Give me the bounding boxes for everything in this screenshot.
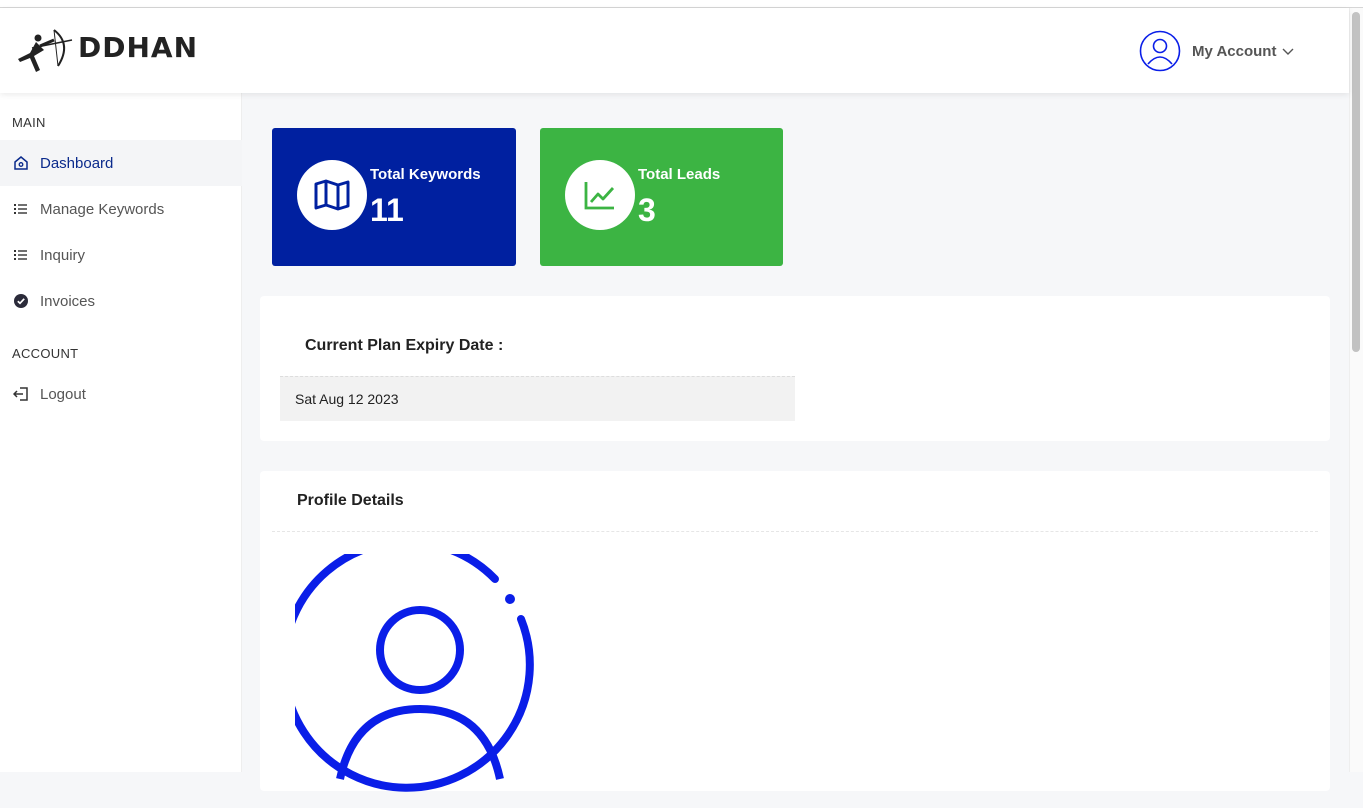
sidebar-item-label: Manage Keywords — [40, 200, 165, 218]
profile-details-title: Profile Details — [297, 492, 404, 509]
window-top-bar — [0, 0, 1363, 8]
scrollbar-thumb[interactable] — [1352, 12, 1360, 352]
stat-title: Total Keywords — [370, 166, 481, 183]
stat-icon-circle — [565, 160, 635, 230]
map-icon — [314, 179, 350, 211]
sidebar-item-label: Invoices — [40, 292, 96, 310]
sidebar: MAIN Dashboard Manage Keywords Inquiry I… — [0, 93, 242, 772]
plan-expiry-value: Sat Aug 12 2023 — [280, 376, 795, 421]
profile-card: Profile Details — [260, 471, 1330, 792]
stat-value: 3 — [638, 192, 656, 228]
sidebar-item-label: Dashboard — [40, 154, 114, 172]
archer-logo-icon — [18, 29, 73, 72]
logout-icon — [13, 386, 29, 402]
check-badge-icon — [13, 293, 29, 309]
main-content: Total Keywords 11 Total Leads 3 Current … — [242, 93, 1349, 792]
sidebar-item-inquiry[interactable]: Inquiry — [0, 232, 242, 278]
plan-card: Current Plan Expiry Date : Sat Aug 12 20… — [260, 296, 1330, 441]
sidebar-section-main: MAIN — [12, 115, 46, 130]
list-icon — [13, 247, 29, 263]
stat-value: 11 — [370, 192, 404, 228]
chevron-down-icon — [1282, 48, 1294, 55]
stat-card-total-keywords[interactable]: Total Keywords 11 — [272, 128, 516, 266]
stat-title: Total Leads — [638, 166, 721, 183]
list-icon — [13, 201, 29, 217]
sidebar-item-logout[interactable]: Logout — [0, 371, 242, 417]
stat-icon-circle — [297, 160, 367, 230]
sidebar-section-account: ACCOUNT — [12, 346, 79, 361]
sidebar-item-manage-keywords[interactable]: Manage Keywords — [0, 186, 242, 232]
top-header: DDHAN My Account — [0, 8, 1349, 93]
chart-line-icon — [584, 182, 615, 210]
home-icon — [13, 155, 29, 171]
sidebar-item-invoices[interactable]: Invoices — [0, 278, 242, 324]
sidebar-item-dashboard[interactable]: Dashboard — [0, 140, 242, 186]
my-account-menu[interactable]: My Account — [1139, 30, 1294, 72]
divider — [272, 531, 1318, 532]
user-circle-icon — [1139, 30, 1181, 72]
brand-logo[interactable]: DDHAN — [14, 26, 198, 76]
plan-expiry-title: Current Plan Expiry Date : — [305, 337, 504, 354]
sidebar-item-label: Logout — [40, 385, 86, 403]
stat-card-total-leads[interactable]: Total Leads 3 — [540, 128, 783, 266]
user-avatar-icon — [295, 554, 534, 792]
brand-name: DDHAN — [78, 30, 199, 64]
sidebar-item-label: Inquiry — [40, 246, 86, 264]
my-account-label: My Account — [1192, 42, 1277, 60]
